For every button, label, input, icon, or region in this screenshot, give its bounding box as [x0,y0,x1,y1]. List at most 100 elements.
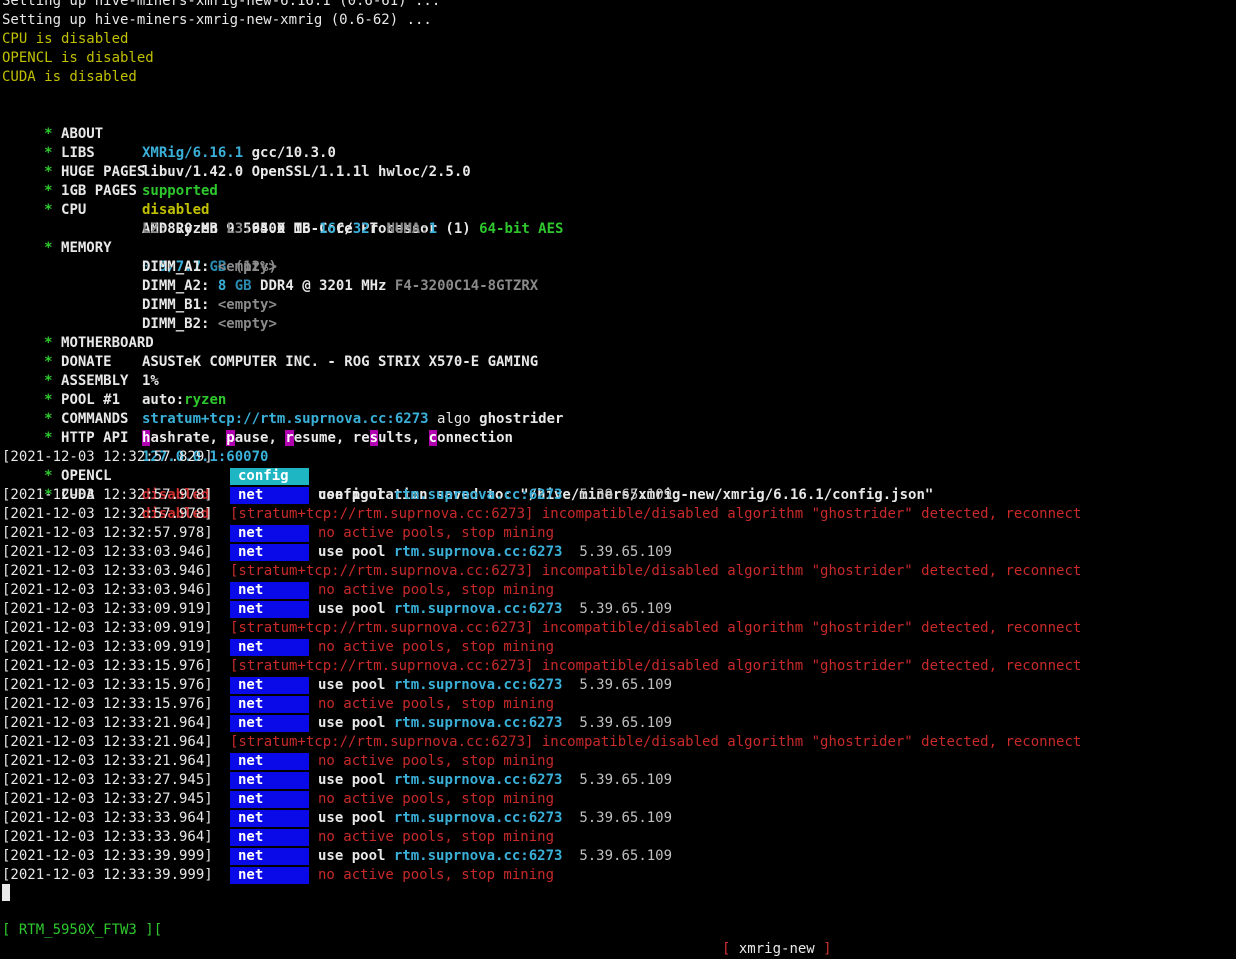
log-line: [2021-12-03 12:32:57.978] net use pool rtm… [2,486,1236,505]
info-http-api: * HTTP API 127.0.0.1:60070 [35,430,269,465]
log-timestamp: [2021-12-03 12:33:09.919] [2,601,213,617]
log-line: [2021-12-03 12:32:57.978] [stratum+tcp://… [2,505,1236,524]
pool-host: rtm.suprnova.cc:6273 [393,487,563,503]
session-name: [ RTM_5950X_FTW3 ][ [2,922,163,938]
log-line: [2021-12-03 12:33:27.945] net no active po… [2,790,1236,809]
log-timestamp: [2021-12-03 12:33:03.946] [2,582,213,598]
log-line: [2021-12-03 12:33:21.964] [stratum+tcp://… [2,733,1236,752]
net-tag: net [230,809,309,827]
info-1gb-pages: * 1GB PAGES disabled [35,183,210,218]
log-error-message: [stratum+tcp://rtm.suprnova.cc:6273] inc… [230,563,1082,579]
log-message: use pool [318,848,386,864]
log-timestamp: [2021-12-03 12:33:39.999] [2,848,213,864]
net-tag: net [230,695,309,713]
info-libs: * LIBS libuv/1.42.0 OpenSSL/1.1.1l hwloc… [35,145,471,180]
pool-host: rtm.suprnova.cc:6273 [393,544,563,560]
net-tag: net [230,524,309,542]
net-tag: net [230,600,309,618]
log-message: use pool [318,544,386,560]
log-timestamp: [2021-12-03 12:33:15.976] [2,658,213,674]
info-about: * ABOUT XMRig/6.16.1 gcc/10.3.0 [35,126,336,161]
log-line: [2021-12-03 12:33:39.999] net no active po… [2,866,1236,885]
log-timestamp: [2021-12-03 12:33:21.964] [2,753,213,769]
pool-ip: 5.39.65.109 [579,487,673,503]
log-line: [2021-12-03 12:33:03.946] [stratum+tcp://… [2,562,1236,581]
net-tag: net [230,714,309,732]
net-tag: net [230,638,309,656]
log-line: [2021-12-03 12:33:39.999] net use pool rtm… [2,847,1236,866]
net-tag: net [230,752,309,770]
log-message: use pool [318,487,386,503]
pool-ip: 5.39.65.109 [579,848,673,864]
net-tag: net [230,847,309,865]
log-timestamp: [2021-12-03 12:33:03.946] [2,544,213,560]
pool-host: rtm.suprnova.cc:6273 [393,810,563,826]
log-message: use pool [318,677,386,693]
log-line: [2021-12-03 12:33:21.964] net no active po… [2,752,1236,771]
pool-ip: 5.39.65.109 [579,544,673,560]
log-error-message: [stratum+tcp://rtm.suprnova.cc:6273] inc… [230,734,1082,750]
info-cpu-cache: L2:8.0 MB L3:64.0 MB 16C/32T NUMA:1 [142,221,438,237]
log-line: [2021-12-03 12:33:21.964] net use pool rtm… [2,714,1236,733]
log-line: [2021-12-03 12:33:09.919] [stratum+tcp://… [2,619,1236,638]
window-tab[interactable]: [ xmrig-new ] [722,940,832,959]
setup-line: Setting up hive-miners-xmrig-new-6.16.1 … [2,0,441,9]
log-timestamp: [2021-12-03 12:33:21.964] [2,715,213,731]
log-message: no active pools, stop mining [318,582,555,598]
net-tag: net [230,581,309,599]
info-commands: * COMMANDS hashrate, pause, resume, resu… [35,411,513,446]
log-message: no active pools, stop mining [318,639,555,655]
dimm-row: DIMM_B1: <empty> [142,297,277,313]
config-line: [2021-12-03 12:32:57.829] config configu… [2,449,934,503]
info-opencl: * OPENCL disabled [35,468,210,503]
net-tag: net [230,543,309,561]
log-line: [2021-12-03 12:33:15.976] [stratum+tcp://… [2,657,1236,676]
log-timestamp: [2021-12-03 12:33:15.976] [2,696,213,712]
log-line: [2021-12-03 12:33:15.976] net use pool rtm… [2,676,1236,695]
disabled-line: CPU is disabled [2,31,129,47]
net-tag: net [230,676,309,694]
pool-ip: 5.39.65.109 [579,677,673,693]
log-line: [2021-12-03 12:32:57.978] net no active po… [2,524,1236,543]
pool-host: rtm.suprnova.cc:6273 [393,677,563,693]
info-assembly: * ASSEMBLY auto:ryzen [35,373,227,408]
log-error-message: [stratum+tcp://rtm.suprnova.cc:6273] inc… [230,506,1082,522]
pool-host: rtm.suprnova.cc:6273 [393,715,563,731]
dimm-row: DIMM_B2: <empty> [142,316,277,332]
info-huge-pages: * HUGE PAGES supported [35,164,218,199]
log-timestamp: [2021-12-03 12:33:03.946] [2,563,213,579]
terminal-output: Setting up hive-miners-xmrig-new-6.16.1 … [2,0,1236,885]
info-donate: * DONATE 1% [35,354,159,389]
log-timestamp: [2021-12-03 12:33:15.976] [2,677,213,693]
net-tag: net [230,486,309,504]
log-timestamp: [2021-12-03 12:33:39.999] [2,867,213,883]
pool-host: rtm.suprnova.cc:6273 [393,848,563,864]
log-line: [2021-12-03 12:33:33.964] net no active po… [2,828,1236,847]
log-line: [2021-12-03 12:33:27.945] net use pool rtm… [2,771,1236,790]
info-cpu: * CPU AMD Ryzen 9 5950X 16-Core Processo… [35,202,564,237]
log-message: no active pools, stop mining [318,525,555,541]
info-motherboard: * MOTHERBOARD ASUSTeK COMPUTER INC. - RO… [35,335,539,370]
net-tag: net [230,828,309,846]
log-error-message: [stratum+tcp://rtm.suprnova.cc:6273] inc… [230,620,1082,636]
log-line: [2021-12-03 12:33:09.919] net use pool rtm… [2,600,1236,619]
log-timestamp: [2021-12-03 12:33:09.919] [2,620,213,636]
log-timestamp: [2021-12-03 12:33:27.945] [2,772,213,788]
log-line: [2021-12-03 12:33:15.976] net no active po… [2,695,1236,714]
log-timestamp: [2021-12-03 12:33:33.964] [2,810,213,826]
log-message: use pool [318,810,386,826]
pool-ip: 5.39.65.109 [579,601,673,617]
log-timestamp: [2021-12-03 12:33:33.964] [2,829,213,845]
disabled-line: OPENCL is disabled [2,50,154,66]
pool-host: rtm.suprnova.cc:6273 [393,601,563,617]
terminal-cursor [2,884,10,901]
pool-ip: 5.39.65.109 [579,715,673,731]
log-line: [2021-12-03 12:33:03.946] net no active po… [2,581,1236,600]
log-timestamp: [2021-12-03 12:32:57.978] [2,525,213,541]
log-message: no active pools, stop mining [318,696,555,712]
pool-ip: 5.39.65.109 [579,772,673,788]
log-message: use pool [318,601,386,617]
pool-ip: 5.39.65.109 [579,810,673,826]
dimm-row: DIMM_A1: <empty> [142,259,277,275]
